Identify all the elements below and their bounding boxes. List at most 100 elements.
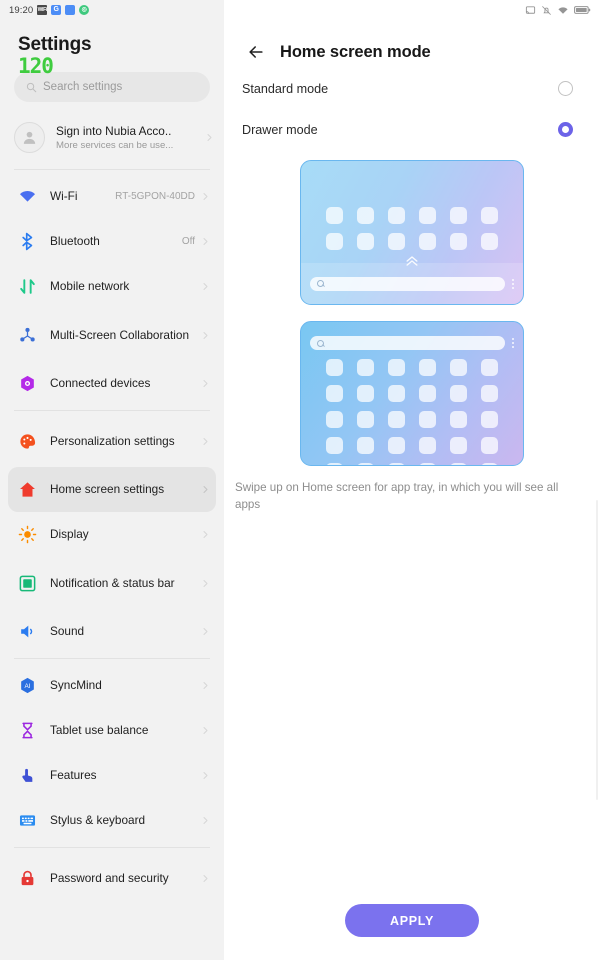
sidebar-item-label: Password and security — [50, 870, 169, 885]
chevron-right-icon — [201, 192, 210, 201]
svg-text:AI: AI — [24, 683, 30, 690]
sidebar-item-label: Mobile network — [50, 279, 130, 294]
radio-standard-mode[interactable] — [558, 81, 573, 96]
notification-bar-icon — [16, 572, 38, 594]
sidebar-item-stylus-keyboard[interactable]: Stylus & keyboard — [8, 798, 216, 843]
preview-drawer-search-row — [310, 336, 514, 350]
scrollbar[interactable] — [596, 500, 598, 800]
status-bar-left: 19:20 WiFi G ◎ — [0, 0, 224, 20]
sidebar-item-personalization-settings[interactable]: Personalization settings — [8, 415, 216, 467]
sidebar-item-features[interactable]: Features — [8, 753, 216, 798]
option-label: Standard mode — [242, 81, 329, 96]
palette-icon — [16, 430, 38, 452]
wifi-icon — [558, 6, 568, 14]
radio-drawer-mode[interactable] — [558, 122, 573, 137]
chevron-right-icon — [205, 133, 214, 142]
panel-header: Home screen mode — [224, 20, 600, 68]
mobile-network-icon — [16, 276, 38, 298]
sidebar-item-sound[interactable]: Sound — [8, 609, 216, 654]
divider — [14, 658, 210, 659]
preview-app-row — [326, 359, 498, 376]
sidebar-item-label: Connected devices — [50, 376, 151, 391]
chevron-right-icon — [201, 579, 210, 588]
apply-button[interactable]: APPLY — [345, 904, 479, 937]
preview-app-row — [326, 385, 498, 402]
search-placeholder: Search settings — [43, 81, 123, 93]
sidebar-item-syncmind[interactable]: AI SyncMind — [8, 663, 216, 708]
option-standard-mode[interactable]: Standard mode — [224, 68, 600, 109]
settings-sidebar: 19:20 WiFi G ◎ Settings 120 Search setti… — [0, 0, 224, 960]
preview-search-bar — [310, 276, 505, 291]
sidebar-item-notification-status-bar[interactable]: Notification & status bar — [8, 557, 216, 609]
preview-search-bar — [310, 336, 505, 350]
bluetooth-icon — [16, 231, 38, 253]
sidebar-item-label: Tablet use balance — [50, 723, 149, 738]
connected-devices-icon — [16, 373, 38, 395]
preview-app-grid — [301, 359, 523, 465]
app-square-icon — [65, 5, 76, 15]
preview-app-grid — [301, 207, 523, 250]
brightness-icon — [16, 524, 38, 546]
page-title: Settings — [18, 34, 92, 55]
person-icon — [23, 131, 36, 144]
more-vertical-icon — [511, 278, 514, 289]
sidebar-item-label: Sound — [50, 624, 85, 639]
search-icon — [26, 82, 37, 92]
wifi-icon — [16, 186, 38, 208]
chevron-right-icon — [201, 771, 210, 780]
sidebar-item-multi-screen-collaboration[interactable]: Multi-Screen Collaboration — [8, 309, 216, 361]
chat-icon: ◎ — [79, 5, 90, 15]
sidebar-item-label: Notification & status bar — [50, 575, 175, 590]
battery-icon — [574, 6, 591, 14]
sidebar-item-connected-devices[interactable]: Connected devices — [8, 361, 216, 406]
tap-gesture-icon — [16, 765, 38, 787]
apply-button-container: APPLY — [224, 904, 600, 937]
sidebar-item-tablet-use-balance[interactable]: Tablet use balance — [8, 708, 216, 753]
chevron-right-icon — [201, 726, 210, 735]
preview-app-row — [326, 233, 498, 250]
chevron-right-icon — [201, 379, 210, 388]
keyboard-icon — [16, 810, 38, 832]
home-screen-mode-panel: Home screen mode Standard mode Drawer mo… — [224, 0, 600, 960]
chevron-right-icon — [201, 874, 210, 883]
search-icon — [317, 339, 324, 347]
mode-illustrations — [224, 160, 600, 466]
chevron-right-icon — [201, 485, 210, 494]
bell-muted-icon — [542, 5, 551, 15]
account-row[interactable]: Sign into Nubia Acco.. More services can… — [0, 110, 224, 165]
screen-cast-icon — [525, 5, 536, 14]
sidebar-item-label: SyncMind — [50, 678, 102, 693]
chevron-right-icon — [201, 237, 210, 246]
status-bar-clock: 19:20 — [9, 4, 34, 16]
speaker-icon — [16, 621, 38, 643]
account-subtitle: More services can be use... — [56, 140, 174, 151]
preview-app-row — [326, 437, 498, 454]
sidebar-item-home-screen-settings[interactable]: Home screen settings — [8, 467, 216, 512]
sidebar-item-label: Stylus & keyboard — [50, 813, 146, 828]
preview-app-row — [326, 411, 498, 428]
chevron-right-icon — [201, 331, 210, 340]
sidebar-item-display[interactable]: Display — [8, 512, 216, 557]
sidebar-item-bluetooth[interactable]: Bluetooth Off — [8, 219, 216, 264]
sidebar-item-password-and-security[interactable]: Password and security — [8, 852, 216, 904]
mode-description: Swipe up on Home screen for app tray, in… — [235, 481, 559, 511]
chevron-right-icon — [201, 282, 210, 291]
standard-mode-preview — [300, 160, 524, 305]
syncmind-icon: AI — [16, 675, 38, 697]
more-vertical-icon — [511, 338, 514, 348]
multi-screen-icon — [16, 324, 38, 346]
sidebar-header: Settings 120 — [0, 20, 224, 77]
settings-screen: 19:20 WiFi G ◎ Settings 120 Search setti… — [0, 0, 600, 960]
divider — [14, 847, 210, 848]
back-arrow-icon[interactable] — [246, 42, 266, 62]
drawer-mode-preview — [300, 321, 524, 466]
preview-dock — [301, 263, 523, 304]
option-drawer-mode[interactable]: Drawer mode — [224, 109, 600, 150]
lock-icon — [16, 867, 38, 889]
sidebar-item-label: Bluetooth — [50, 234, 100, 249]
divider — [14, 410, 210, 411]
sidebar-item-mobile-network[interactable]: Mobile network — [8, 264, 216, 309]
hourglass-icon — [16, 720, 38, 742]
sidebar-item-wifi[interactable]: Wi-Fi RT-5GPON-40DD — [8, 174, 216, 219]
chevron-right-icon — [201, 816, 210, 825]
